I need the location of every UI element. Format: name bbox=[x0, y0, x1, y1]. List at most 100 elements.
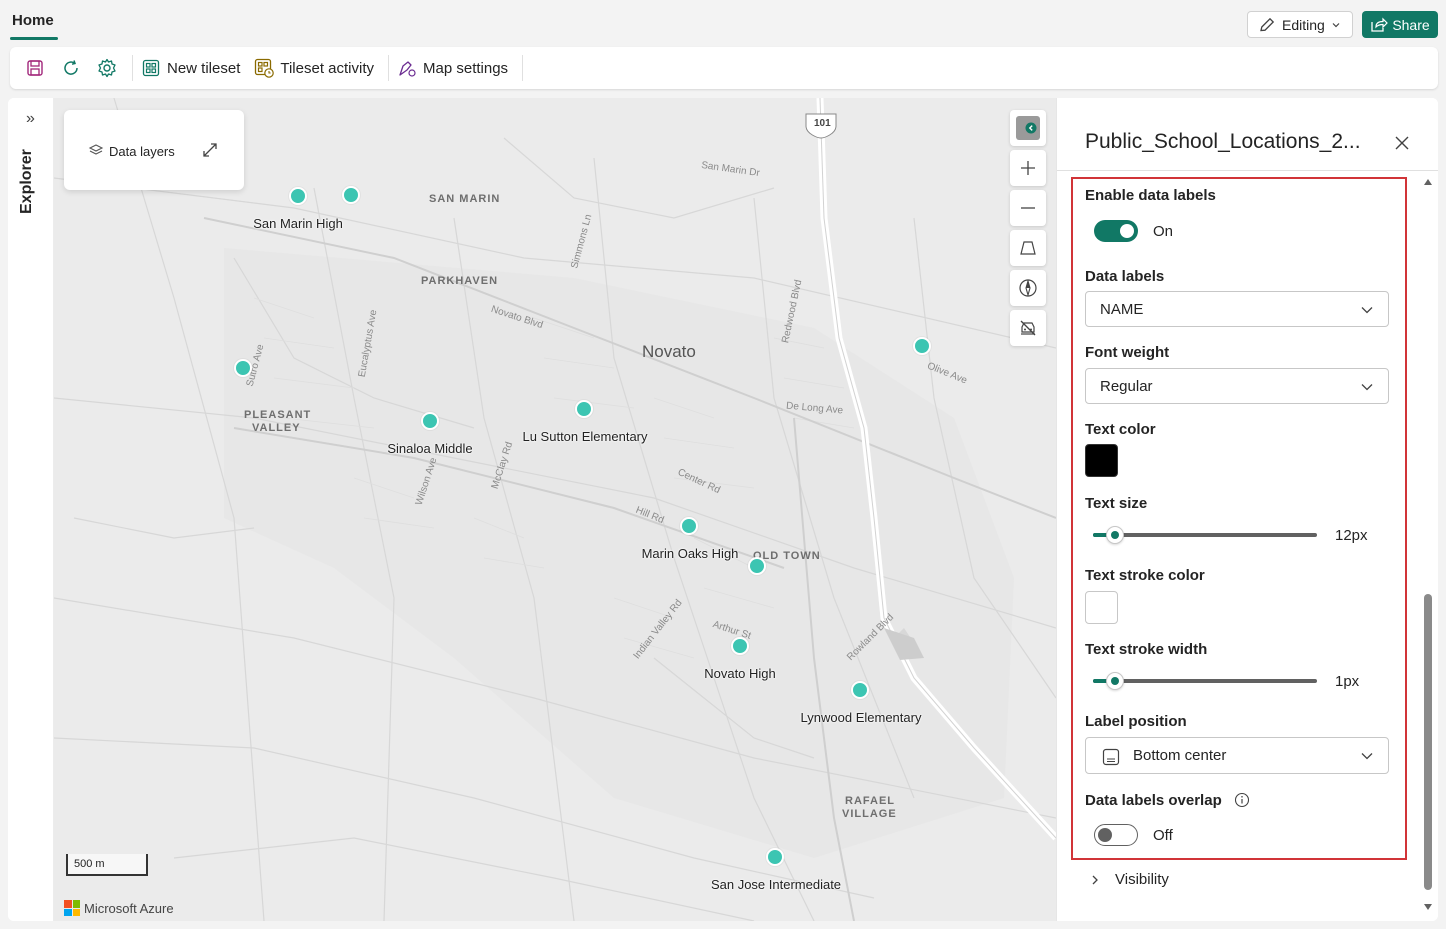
data-layers-card[interactable]: Data layers bbox=[64, 110, 244, 190]
map-settings-icon bbox=[397, 58, 417, 78]
text-size-slider[interactable] bbox=[1093, 526, 1317, 544]
school-label: San Jose Intermediate bbox=[710, 877, 842, 892]
refresh-button[interactable] bbox=[60, 57, 82, 79]
editing-mode-button[interactable]: Editing bbox=[1247, 11, 1353, 38]
school-marker[interactable] bbox=[766, 848, 784, 866]
font-weight-dropdown[interactable]: Regular bbox=[1085, 368, 1389, 404]
main-area: » Explorer 101 San Marin Dr Simmons Ln N… bbox=[8, 98, 1438, 921]
chevron-down-icon bbox=[1361, 307, 1373, 314]
attribution: Microsoft Azure bbox=[64, 900, 174, 916]
pitch-icon bbox=[1020, 241, 1036, 255]
school-marker[interactable] bbox=[731, 637, 749, 655]
map-settings-label: Map settings bbox=[423, 59, 509, 77]
new-tileset-button[interactable]: New tileset bbox=[141, 58, 240, 78]
highway-shield-label: 101 bbox=[814, 118, 831, 129]
layers-icon bbox=[88, 144, 104, 155]
tab-home-indicator bbox=[10, 37, 58, 40]
map-style-icon bbox=[1016, 116, 1040, 140]
chevron-down-icon bbox=[1361, 753, 1373, 760]
school-marker[interactable] bbox=[421, 412, 439, 430]
tileset-activity-button[interactable]: Tileset activity bbox=[254, 58, 374, 78]
scroll-up-icon[interactable] bbox=[1423, 178, 1433, 186]
font-weight-value: Regular bbox=[1100, 378, 1153, 395]
label-position-label: Label position bbox=[1085, 713, 1187, 730]
attribution-text: Microsoft Azure bbox=[84, 900, 174, 916]
school-label: Marin Oaks High bbox=[641, 546, 739, 561]
text-size-slider-thumb[interactable] bbox=[1106, 526, 1124, 544]
enable-data-labels-toggle[interactable] bbox=[1094, 220, 1138, 242]
panel-scrollbar[interactable] bbox=[1421, 176, 1435, 916]
save-button[interactable] bbox=[24, 57, 46, 79]
traffic-off-icon bbox=[1020, 320, 1036, 336]
label-position-dropdown[interactable]: Bottom center bbox=[1085, 737, 1389, 774]
school-label: San Marin High bbox=[253, 216, 343, 231]
new-tileset-label: New tileset bbox=[167, 59, 241, 77]
compass-button[interactable] bbox=[1010, 270, 1046, 306]
tileset-activity-icon bbox=[254, 58, 275, 78]
school-marker[interactable] bbox=[575, 400, 593, 418]
position-bottom-center-icon bbox=[1102, 748, 1120, 766]
text-size-value: 12px bbox=[1335, 527, 1368, 544]
school-marker[interactable] bbox=[342, 186, 360, 204]
font-weight-label: Font weight bbox=[1085, 344, 1170, 361]
toolbar-divider bbox=[132, 55, 133, 81]
chevron-down-icon bbox=[1332, 22, 1340, 27]
expand-explorer-icon[interactable]: » bbox=[26, 110, 35, 128]
text-stroke-color-swatch[interactable] bbox=[1085, 591, 1118, 624]
data-labels-dropdown[interactable]: NAME bbox=[1085, 291, 1389, 327]
scroll-thumb[interactable] bbox=[1424, 594, 1432, 890]
share-label: Share bbox=[1392, 16, 1430, 33]
school-marker[interactable] bbox=[680, 517, 698, 535]
visibility-section-header[interactable]: Visibility bbox=[1089, 871, 1169, 888]
data-labels-overlap-toggle[interactable] bbox=[1094, 824, 1138, 846]
school-marker[interactable] bbox=[913, 337, 931, 355]
map-basemap bbox=[54, 98, 1056, 921]
place-label-valley: VALLEY bbox=[252, 422, 301, 434]
place-label-san-marin: SAN MARIN bbox=[429, 193, 501, 205]
school-marker[interactable] bbox=[748, 557, 766, 575]
text-color-swatch[interactable] bbox=[1085, 444, 1118, 477]
explorer-label[interactable]: Explorer bbox=[18, 149, 36, 214]
toolbar-divider bbox=[522, 55, 524, 81]
map-canvas[interactable]: 101 San Marin Dr Simmons Ln Novato Blvd … bbox=[54, 98, 1056, 921]
data-layers-label: Data layers bbox=[109, 144, 175, 159]
tab-home[interactable]: Home bbox=[12, 12, 54, 29]
school-marker[interactable] bbox=[234, 359, 252, 377]
settings-button[interactable] bbox=[96, 57, 118, 79]
zoom-out-button[interactable] bbox=[1010, 190, 1046, 226]
panel-title: Public_School_Locations_2... bbox=[1085, 130, 1361, 153]
share-button[interactable]: Share bbox=[1362, 11, 1438, 38]
top-bar: Home Editing Share bbox=[0, 0, 1446, 44]
panel-divider bbox=[1057, 170, 1438, 171]
text-stroke-width-value: 1px bbox=[1335, 673, 1360, 690]
zoom-in-button[interactable] bbox=[1010, 150, 1046, 186]
text-stroke-width-slider-thumb[interactable] bbox=[1106, 672, 1124, 690]
scroll-down-icon[interactable] bbox=[1423, 903, 1433, 911]
compass-icon bbox=[1019, 278, 1037, 298]
pencil-icon bbox=[1260, 17, 1275, 31]
save-icon bbox=[27, 60, 43, 76]
label-position-value: Bottom center bbox=[1133, 747, 1227, 764]
place-label-rafael: RAFAEL bbox=[845, 795, 895, 807]
city-label: Novato bbox=[642, 342, 696, 361]
pitch-button[interactable] bbox=[1010, 230, 1046, 266]
text-stroke-width-slider[interactable] bbox=[1093, 672, 1317, 690]
school-label: Lu Sutton Elementary bbox=[522, 429, 648, 444]
school-marker[interactable] bbox=[289, 187, 307, 205]
chevron-down-icon bbox=[1361, 384, 1373, 391]
text-stroke-width-label: Text stroke width bbox=[1085, 641, 1208, 658]
traffic-button[interactable] bbox=[1010, 310, 1046, 346]
microsoft-logo-icon bbox=[64, 900, 80, 916]
place-label-pleasant: PLEASANT bbox=[244, 409, 312, 421]
map-style-button[interactable] bbox=[1010, 110, 1046, 146]
share-icon bbox=[1371, 17, 1389, 32]
info-icon[interactable] bbox=[1234, 792, 1250, 808]
data-labels-overlap-state: Off bbox=[1153, 827, 1173, 844]
enable-data-labels-state: On bbox=[1153, 223, 1174, 240]
close-icon[interactable] bbox=[1393, 134, 1411, 152]
plus-icon bbox=[1021, 161, 1035, 175]
school-marker[interactable] bbox=[851, 681, 869, 699]
map-settings-button[interactable]: Map settings bbox=[397, 58, 508, 78]
enable-data-labels-label: Enable data labels bbox=[1085, 187, 1216, 204]
expand-icon[interactable] bbox=[202, 142, 218, 158]
